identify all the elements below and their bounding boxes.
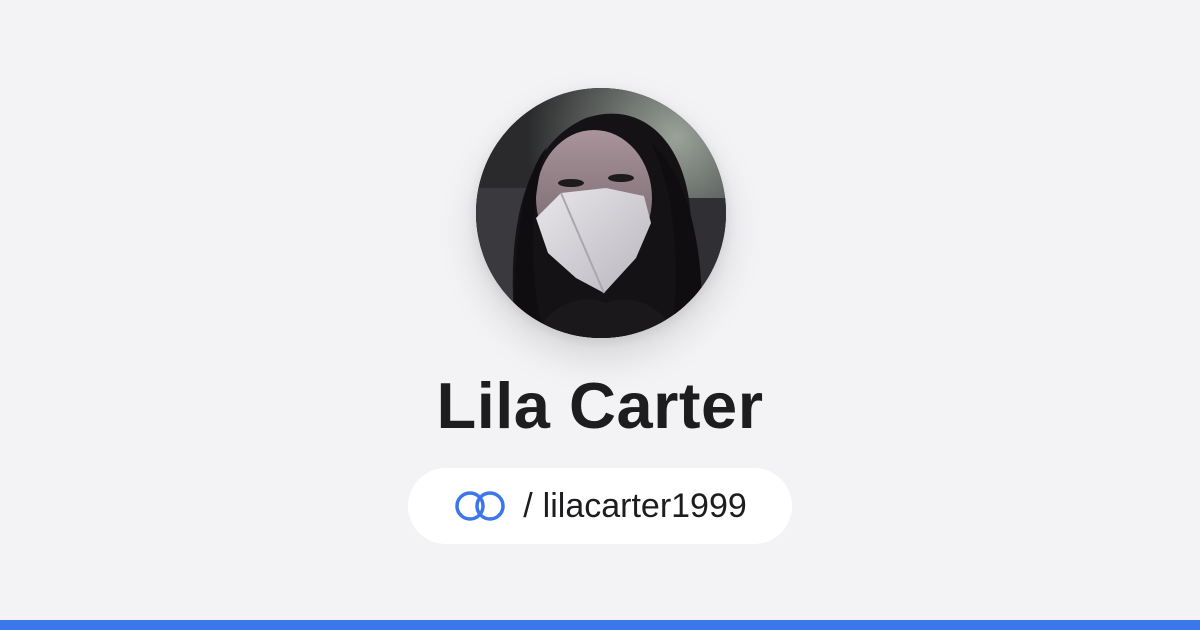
- profile-handle-link[interactable]: / lilacarter1999: [408, 468, 792, 544]
- profile-name: Lila Carter: [436, 369, 764, 442]
- linked-rings-icon: [453, 489, 509, 523]
- avatar: [476, 88, 726, 338]
- profile-handle: lilacarter1999: [542, 486, 747, 525]
- profile-card: Lila Carter / lilacarter1999: [0, 0, 1200, 630]
- brand-accent-bar: [0, 620, 1200, 630]
- handle-separator: /: [523, 486, 533, 525]
- profile-photo: [476, 88, 726, 338]
